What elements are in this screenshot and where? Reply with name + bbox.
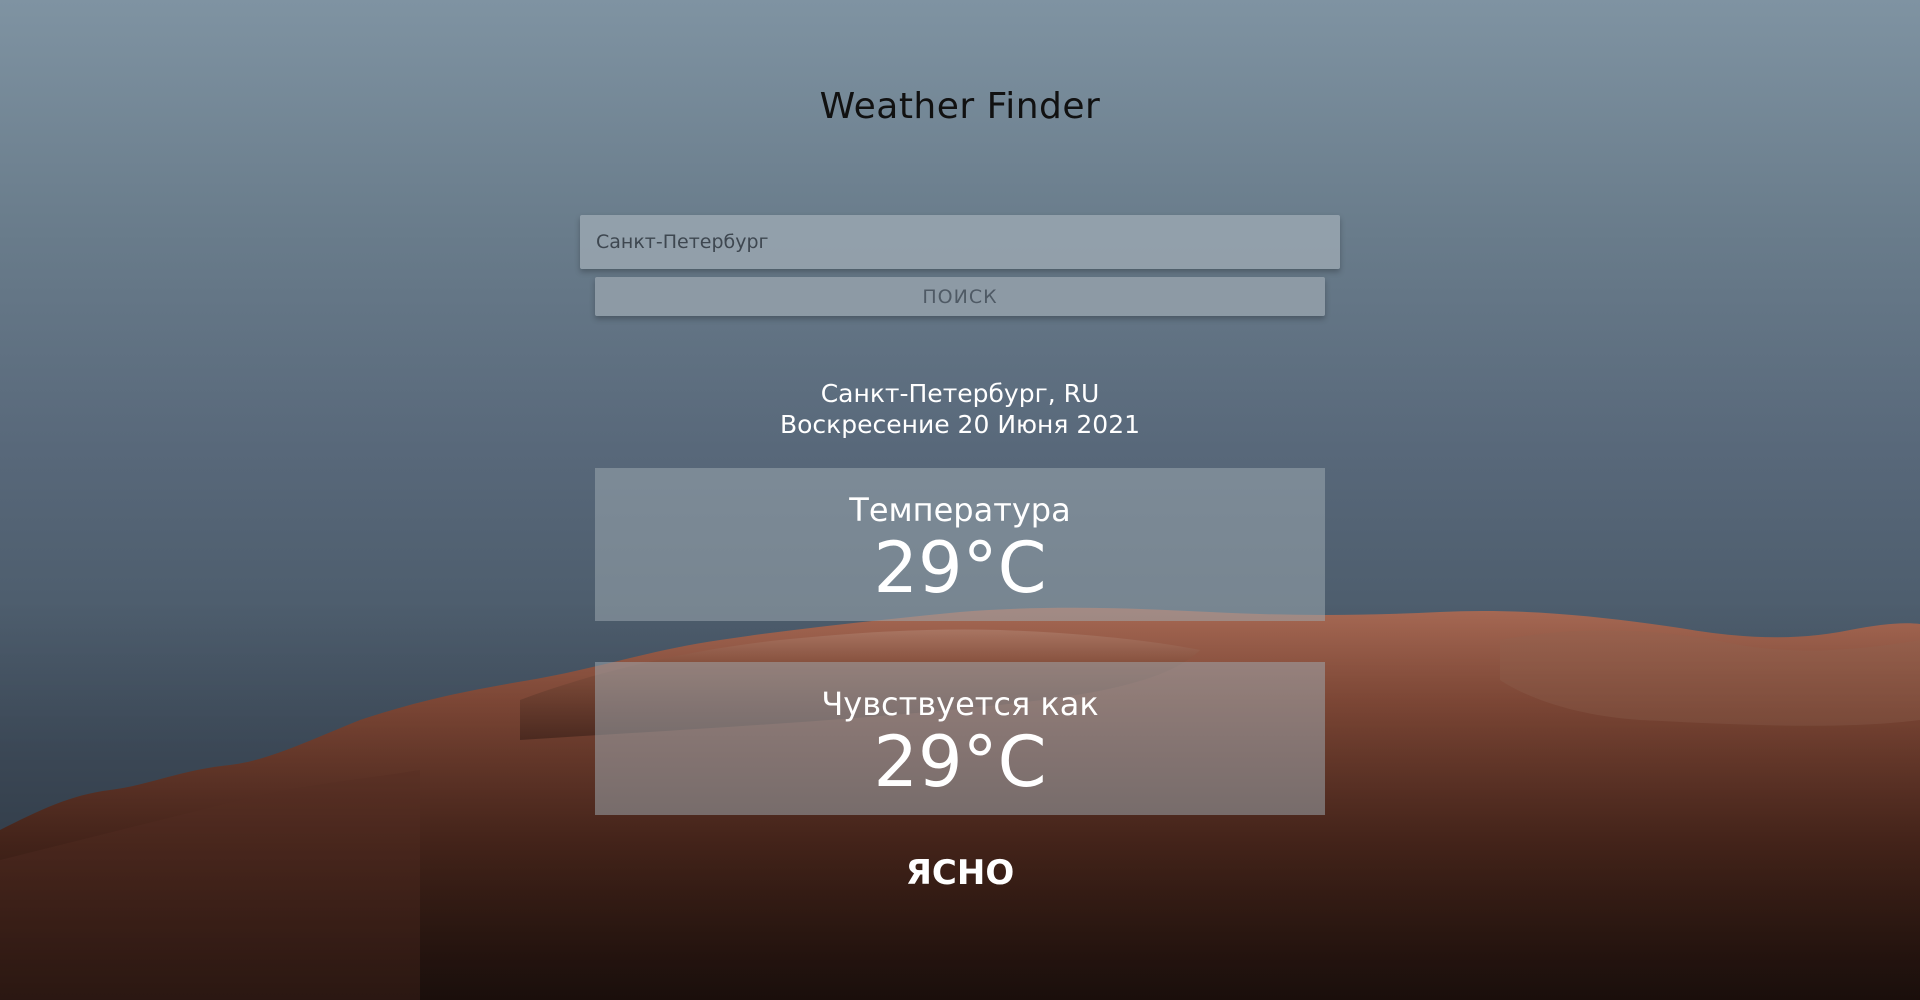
search-button[interactable]: ПОИСК bbox=[595, 277, 1325, 316]
location-city: Санкт-Петербург, RU bbox=[820, 379, 1100, 408]
app-title: Weather Finder bbox=[819, 86, 1101, 127]
temperature-label: Температура bbox=[849, 491, 1071, 529]
weather-condition: ЯСНО bbox=[905, 853, 1015, 893]
main-content: Weather Finder ПОИСК Санкт-Петербург, RU… bbox=[0, 0, 1920, 1000]
city-search-input[interactable] bbox=[580, 215, 1340, 269]
location-info: Санкт-Петербург, RU Воскресение 20 Июня … bbox=[0, 378, 1920, 440]
temperature-card: Температура 29°C bbox=[595, 468, 1325, 621]
feels-like-value: 29°C bbox=[873, 721, 1047, 803]
feels-like-card: Чувствуется как 29°C bbox=[595, 662, 1325, 815]
temperature-value: 29°C bbox=[873, 527, 1047, 609]
location-date: Воскресение 20 Июня 2021 bbox=[779, 410, 1141, 439]
app-root: Weather Finder ПОИСК Санкт-Петербург, RU… bbox=[0, 0, 1920, 1000]
feels-like-label: Чувствуется как bbox=[821, 685, 1099, 723]
